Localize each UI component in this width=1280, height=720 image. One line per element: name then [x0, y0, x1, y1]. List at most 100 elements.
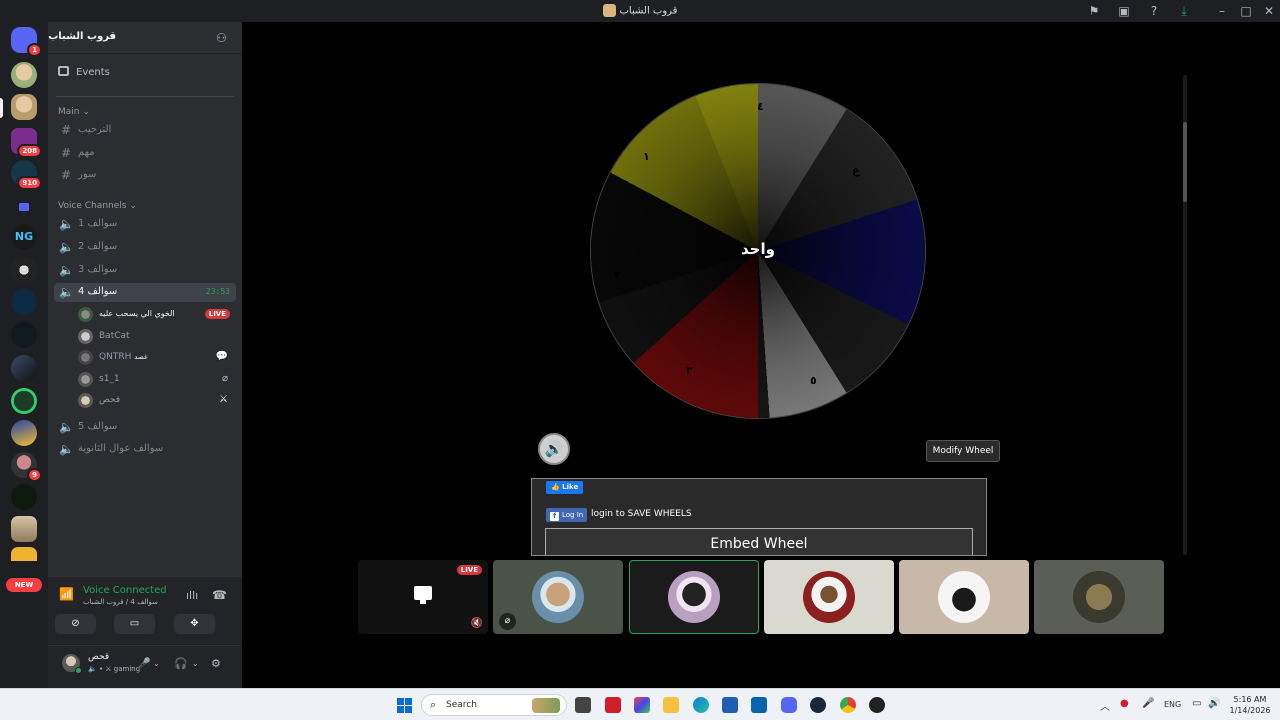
- tray-app-icon[interactable]: ●: [1120, 698, 1129, 709]
- guild-header[interactable]: ⌄ قروب الشباب ⚇: [48, 22, 242, 54]
- voice-user[interactable]: s1_1 ⌀: [74, 370, 236, 390]
- server-6[interactable]: [11, 257, 37, 283]
- add-user-icon[interactable]: ⚇: [216, 31, 227, 45]
- voice-location[interactable]: سوالف 4 / قروب الشباب: [83, 598, 158, 606]
- server-ng-logo: NG: [11, 224, 37, 250]
- windows-start-icon[interactable]: [397, 698, 412, 713]
- store-icon[interactable]: [722, 697, 738, 713]
- voice-user[interactable]: قحص ⚔: [74, 391, 236, 411]
- text-channel-3[interactable]: # سور: [54, 166, 236, 185]
- discord-taskbar-icon[interactable]: [781, 697, 797, 713]
- screen-share-button[interactable]: ▭: [114, 614, 155, 634]
- voice-channel-5[interactable]: 🔈 سوالف 5: [54, 418, 236, 437]
- scrollbar-thumb[interactable]: [1183, 122, 1187, 202]
- text-channel-2[interactable]: # مهم: [54, 144, 236, 163]
- task-view-icon[interactable]: [575, 697, 591, 713]
- app-icon[interactable]: [869, 697, 885, 713]
- server-15[interactable]: [11, 547, 37, 561]
- server-10[interactable]: [11, 388, 37, 414]
- file-explorer-icon[interactable]: [663, 697, 679, 713]
- title-bar: قروب الشباب ⚑ ▣ ? ⤓ – □ ✕: [0, 0, 1280, 22]
- network-icon[interactable]: ▭: [1192, 698, 1201, 709]
- voice-user[interactable]: BatCat: [74, 327, 236, 347]
- home-badge: 1: [27, 43, 42, 57]
- participant-tile[interactable]: [1034, 560, 1164, 634]
- noise-suppression-icon[interactable]: ıllı: [186, 589, 198, 602]
- settings-gear-icon[interactable]: ⚙: [211, 657, 221, 670]
- flag-icon[interactable]: ⚑: [1086, 3, 1102, 19]
- server-12[interactable]: 9: [11, 452, 42, 482]
- download-icon[interactable]: ⤓: [1176, 3, 1192, 19]
- participant-tile[interactable]: ⌀: [493, 560, 623, 634]
- maximize-button[interactable]: □: [1238, 3, 1254, 19]
- spin-wheel[interactable]: ٤ ع ٥ ٣ ٢ ١ واحد: [591, 84, 925, 418]
- chevron-down-icon[interactable]: ⌄: [153, 659, 160, 668]
- disconnect-icon[interactable]: ☎: [212, 588, 227, 602]
- server-13[interactable]: [11, 484, 37, 510]
- server-8[interactable]: [11, 322, 37, 348]
- voice-user-name: الخوي الي يسحب عليه: [99, 309, 175, 318]
- headphones-icon[interactable]: 🎧: [174, 657, 188, 670]
- server-2-selected[interactable]: [11, 94, 37, 120]
- voice-status[interactable]: Voice Connected: [83, 585, 167, 596]
- stream-tile[interactable]: LIVE 🔇: [358, 560, 488, 634]
- server-14[interactable]: [11, 516, 37, 542]
- voice-channel-4-active[interactable]: 🔈 سوالف 4 23:53: [54, 283, 236, 302]
- voice-channel-1[interactable]: 🔈 سوالف 1: [54, 215, 236, 234]
- steam-icon[interactable]: [810, 697, 826, 713]
- server-4[interactable]: 910: [11, 160, 42, 190]
- username[interactable]: قحص: [88, 652, 109, 662]
- mic-icon[interactable]: 🎤: [1142, 698, 1154, 709]
- server-3[interactable]: 208: [11, 128, 42, 158]
- facebook-login-button[interactable]: f Log In: [546, 508, 588, 522]
- camera-off-button[interactable]: ⊘: [55, 614, 96, 634]
- category-voice[interactable]: Voice Channels ⌄: [58, 201, 137, 211]
- participant-tile-speaking[interactable]: [629, 560, 759, 634]
- embed-wheel-button[interactable]: Embed Wheel: [545, 528, 973, 555]
- events-item[interactable]: Events: [58, 66, 110, 78]
- clock[interactable]: 5:16 AM 1/14/2026: [1228, 694, 1272, 716]
- server-4-badge: 910: [17, 176, 42, 190]
- server-7[interactable]: [11, 289, 37, 315]
- facebook-like-button[interactable]: 👍 Like: [546, 481, 584, 494]
- home-button[interactable]: 1: [11, 27, 42, 57]
- inbox-icon[interactable]: ▣: [1116, 3, 1132, 19]
- chevron-down-icon[interactable]: ⌄: [192, 659, 199, 668]
- voice-channel-6[interactable]: 🔈 سوالف عوال الثانوية: [54, 440, 236, 459]
- server-1[interactable]: [11, 62, 37, 88]
- mic-icon[interactable]: 🎤: [137, 657, 151, 670]
- folder-icon: [11, 194, 37, 220]
- volume-icon[interactable]: 🔊: [538, 433, 570, 465]
- voice-user[interactable]: QNTRH غصد 💬: [74, 348, 236, 368]
- folder-button[interactable]: [11, 194, 37, 220]
- voice-channel-2[interactable]: 🔈 سوالف 2: [54, 238, 236, 257]
- close-button[interactable]: ✕: [1261, 3, 1277, 19]
- minimize-button[interactable]: –: [1214, 3, 1230, 19]
- outlook-icon[interactable]: [751, 697, 767, 713]
- taskbar-search[interactable]: ⌕ Search: [421, 694, 567, 716]
- voice-channel-3[interactable]: 🔈 سوالف 3: [54, 261, 236, 280]
- language-indicator[interactable]: ENG: [1164, 700, 1181, 709]
- voice-user-name: قحص: [99, 395, 121, 405]
- chrome-icon[interactable]: [840, 697, 856, 713]
- new-badge[interactable]: NEW: [6, 578, 42, 592]
- category-main[interactable]: Main ⌄: [58, 107, 90, 117]
- participant-tile[interactable]: [764, 560, 894, 634]
- participant-tile[interactable]: [899, 560, 1029, 634]
- login-text: login to SAVE WHEELS: [591, 509, 692, 519]
- chevron-up-icon[interactable]: ︿: [1100, 698, 1110, 713]
- edge-icon[interactable]: [693, 697, 709, 713]
- server-11[interactable]: [11, 420, 37, 446]
- modify-wheel-button[interactable]: Modify Wheel: [926, 440, 1000, 462]
- help-icon[interactable]: ?: [1146, 3, 1162, 19]
- activities-button[interactable]: ✥: [174, 614, 215, 634]
- voice-user[interactable]: الخوي الي يسحب عليه LIVE: [74, 305, 236, 325]
- speaker-icon: 🔈: [59, 442, 74, 456]
- app-icon[interactable]: [605, 697, 621, 713]
- text-channel-1[interactable]: # الترحيب: [54, 121, 236, 140]
- server-ng[interactable]: NG: [11, 224, 37, 250]
- wheel-segment-label: ٥: [810, 374, 817, 387]
- server-9[interactable]: [11, 355, 37, 381]
- copilot-icon[interactable]: [634, 697, 650, 713]
- volume-icon[interactable]: 🔊: [1208, 698, 1220, 709]
